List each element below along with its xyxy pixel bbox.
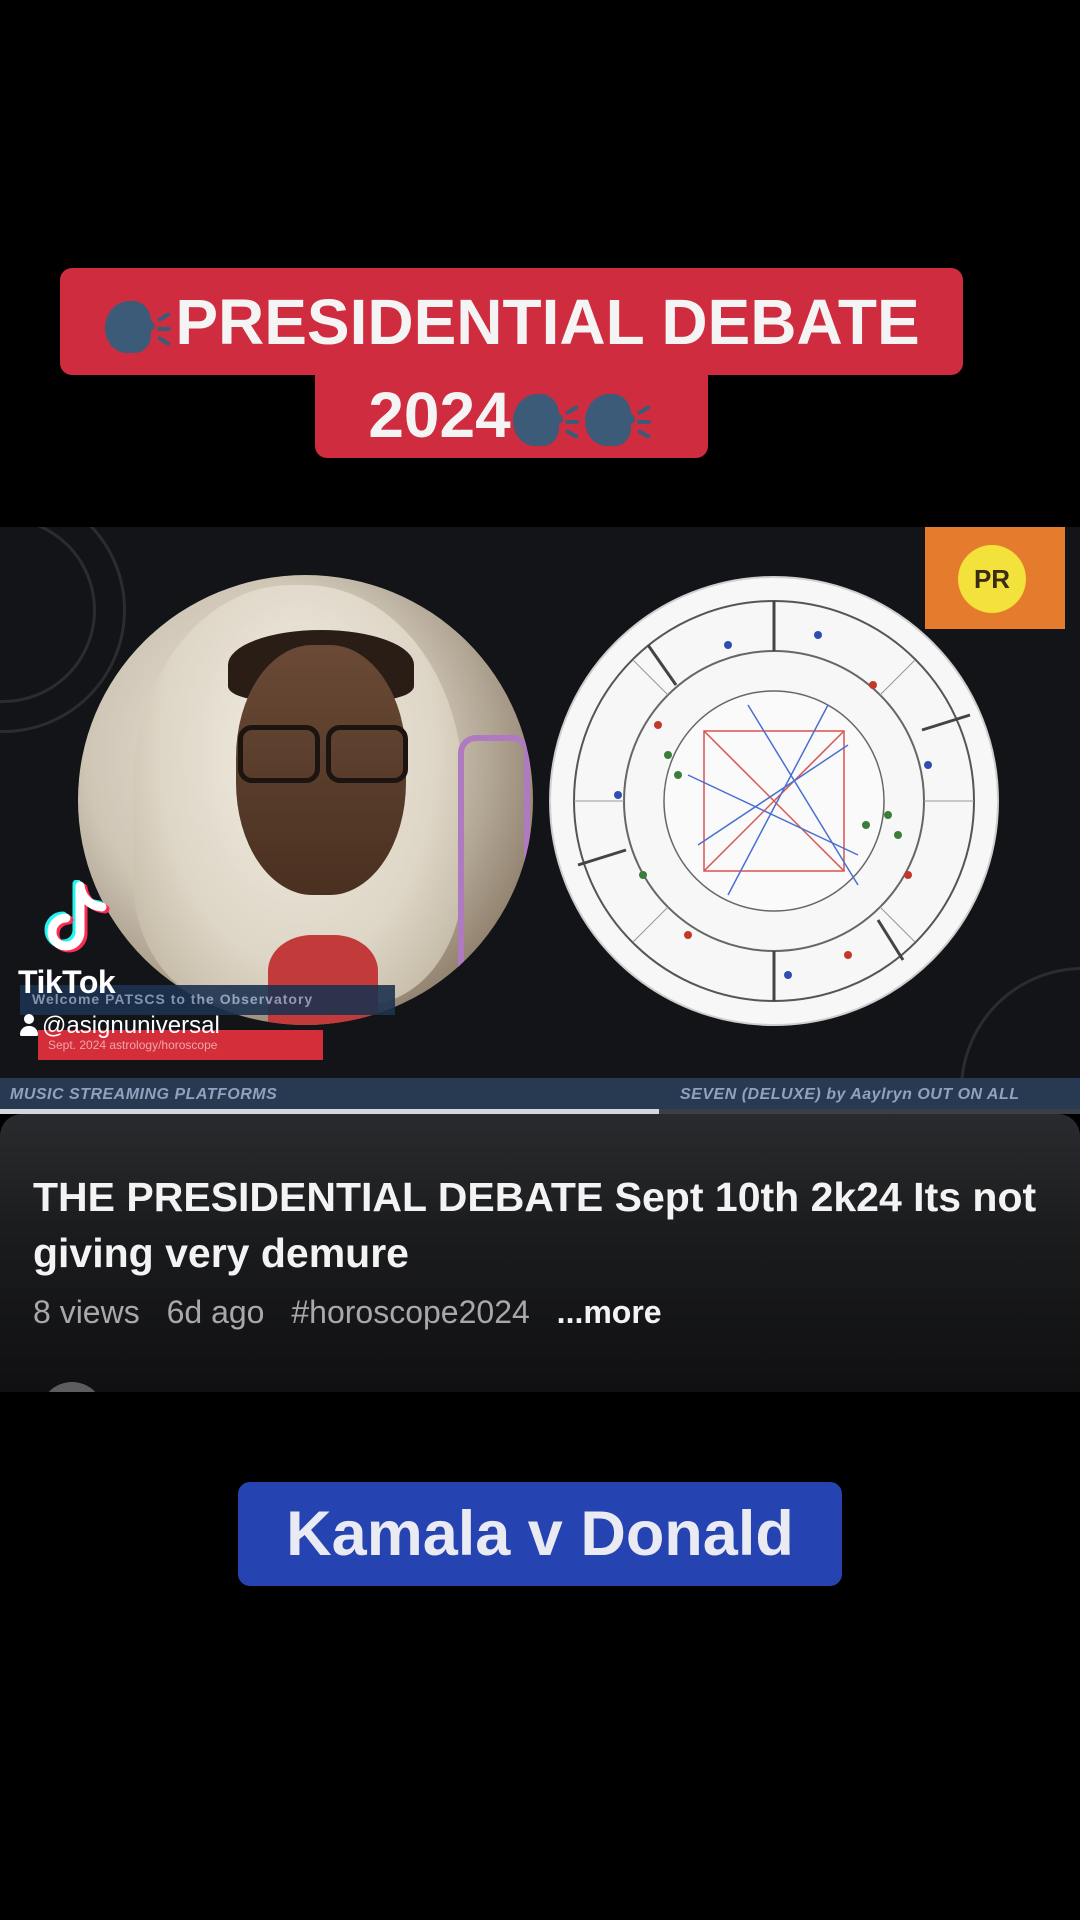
creator-handle-text: @asignuniversal xyxy=(42,1012,220,1039)
bottom-caption: Kamala v Donald xyxy=(238,1482,842,1586)
caption-line-1: PRESIDENTIAL DEBATE xyxy=(60,268,963,375)
caption-line-1-text: PRESIDENTIAL DEBATE xyxy=(175,286,920,358)
more-button[interactable]: ...more xyxy=(557,1294,662,1330)
speaking-head-icon xyxy=(512,388,581,452)
hashtag-link[interactable]: #horoscope2024 xyxy=(291,1294,529,1330)
video-info-panel: THE PRESIDENTIAL DEBATE Sept 10th 2k24 I… xyxy=(0,1114,1080,1392)
speaking-head-icon xyxy=(105,295,173,359)
user-icon xyxy=(18,1012,40,1036)
tiktok-brand-name: TikTok xyxy=(18,964,116,1000)
host-portrait xyxy=(78,575,533,1025)
channel-badge: PR xyxy=(925,527,1065,629)
caption-line-2: 2024 xyxy=(315,375,708,458)
caption-line-2-text: 2024 xyxy=(368,379,511,451)
ticker-right-text: SEVEN (DELUXE) by Aaylryn OUT ON ALL xyxy=(680,1086,1020,1103)
creator-handle[interactable]: @asignuniversal xyxy=(18,1012,220,1040)
view-count: 8 views xyxy=(33,1294,140,1330)
video-meta: 8 views 6d ago #horoscope2024 ...more xyxy=(33,1294,680,1331)
news-ticker: MUSIC STREAMING PLATFORMS SEVEN (DELUXE)… xyxy=(0,1078,1080,1112)
video-title: THE PRESIDENTIAL DEBATE Sept 10th 2k24 I… xyxy=(33,1174,1037,1276)
avatar[interactable] xyxy=(40,1382,104,1392)
speaking-head-icon xyxy=(584,388,653,452)
upload-age: 6d ago xyxy=(166,1294,265,1330)
channel-badge-text: PR xyxy=(958,545,1026,613)
astrology-chart-image xyxy=(549,576,999,1026)
ticker-left-text: MUSIC STREAMING PLATFORMS xyxy=(10,1086,278,1103)
tiktok-logo-icon xyxy=(44,880,110,953)
